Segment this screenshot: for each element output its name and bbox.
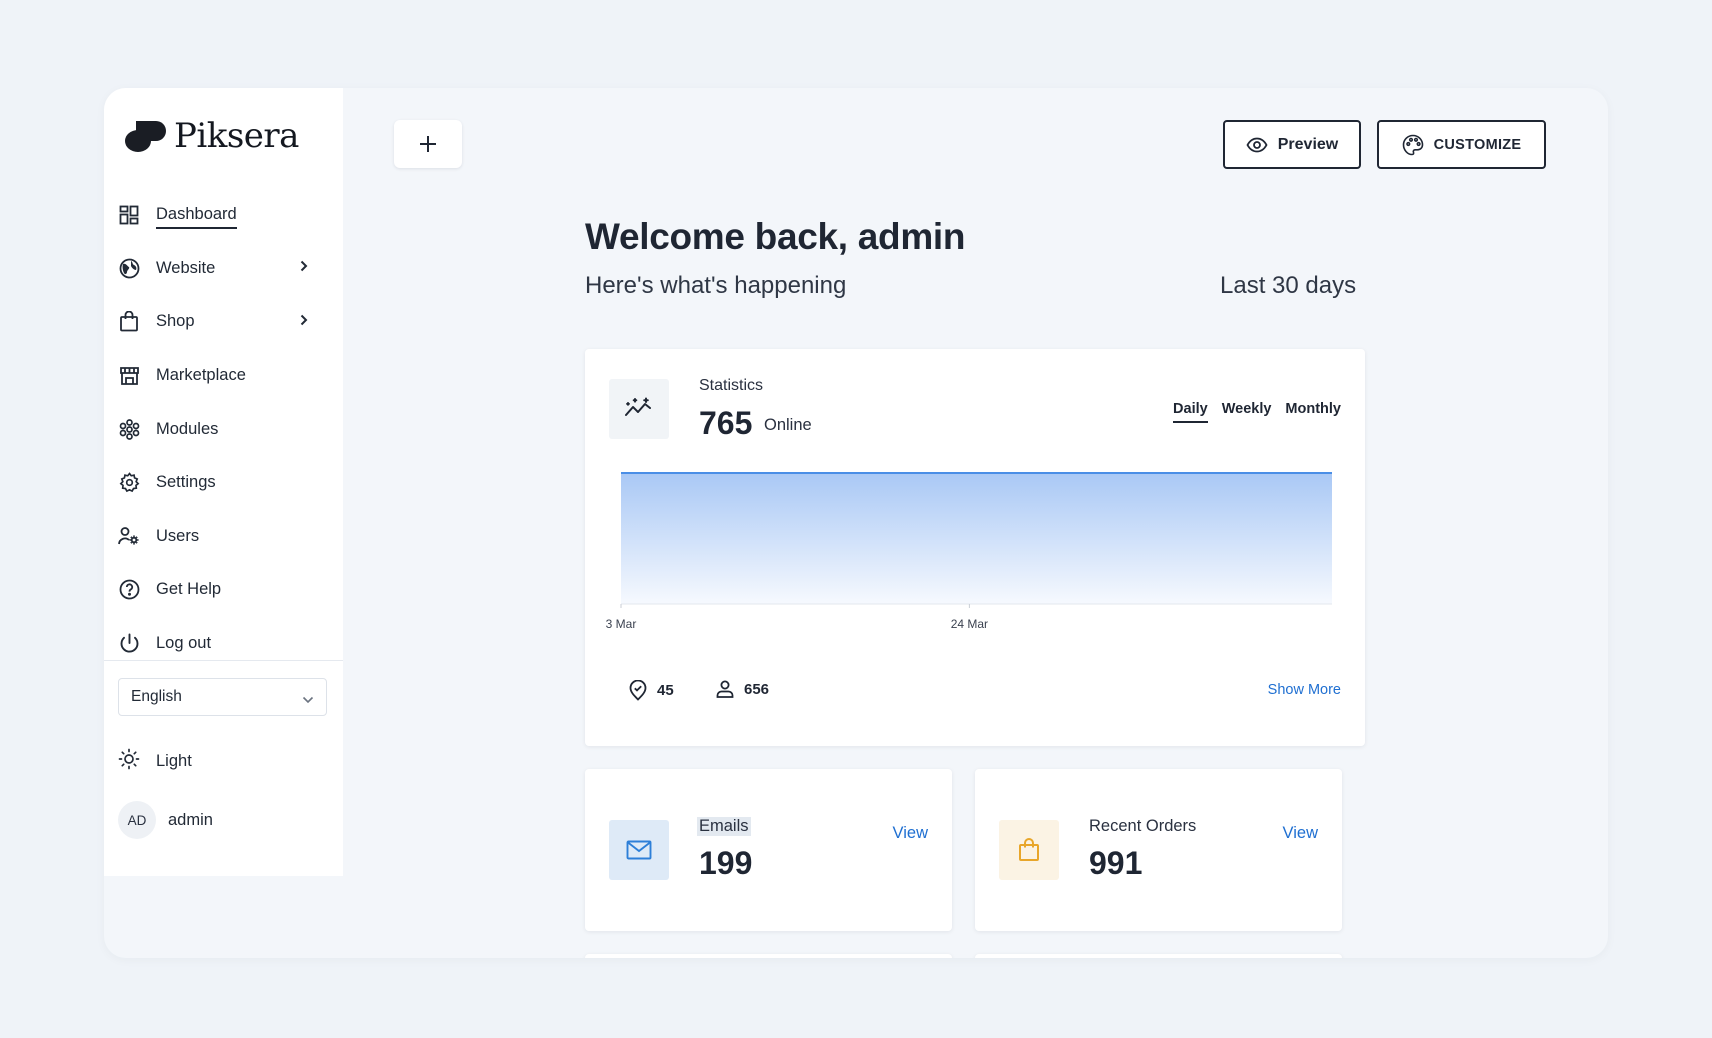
customize-label: CUSTOMIZE — [1433, 136, 1522, 153]
sidebar-item-label: Log out — [156, 634, 212, 653]
show-more-link[interactable]: Show More — [1268, 682, 1341, 698]
shopping-bag-icon — [1019, 838, 1039, 861]
theme-label: Light — [156, 752, 192, 770]
modules-icon — [118, 418, 140, 440]
sun-icon — [118, 748, 140, 775]
customize-button[interactable]: CUSTOMIZE — [1377, 120, 1546, 169]
app-frame: Piksera Dashboard Website Shop Marketpla… — [104, 88, 1608, 958]
shopping-bag-icon — [118, 311, 140, 333]
card-peek — [585, 954, 952, 958]
palette-icon — [1402, 134, 1423, 155]
chart-x-tick-label: 24 Mar — [951, 617, 988, 631]
metric-users: 656 — [716, 680, 769, 698]
emails-icon-tile — [609, 820, 669, 880]
sidebar-item-get-help[interactable]: Get Help — [118, 563, 330, 617]
recent-orders-view-link[interactable]: View — [1283, 824, 1318, 843]
brand-mark-icon — [125, 121, 166, 152]
user-icon — [716, 680, 734, 698]
chevron-right-icon — [300, 313, 308, 331]
sidebar-divider — [104, 660, 343, 661]
sidebar: Piksera Dashboard Website Shop Marketpla… — [104, 88, 343, 876]
statistics-card: Statistics 765 Online Daily Weekly Month… — [585, 349, 1365, 746]
storefront-icon — [118, 365, 140, 387]
recent-orders-value: 991 — [1089, 845, 1143, 881]
recent-orders-card: Recent Orders 991 View — [975, 769, 1342, 931]
emails-label: Emails — [697, 817, 751, 836]
avatar: AD — [118, 801, 156, 839]
sidebar-item-dashboard[interactable]: Dashboard — [118, 188, 330, 242]
user-menu[interactable]: AD admin — [118, 801, 213, 839]
language-value: English — [131, 688, 182, 705]
emails-value: 199 — [699, 845, 753, 881]
globe-icon — [118, 257, 140, 279]
sidebar-item-website[interactable]: Website — [118, 242, 330, 296]
sidebar-item-modules[interactable]: Modules — [118, 402, 330, 456]
sidebar-item-label: Website — [156, 258, 216, 277]
sidebar-item-label: Dashboard — [156, 205, 237, 229]
chevron-down-icon — [302, 691, 314, 709]
power-icon — [118, 633, 140, 655]
preview-button[interactable]: Preview — [1223, 120, 1361, 169]
sidebar-item-log-out[interactable]: Log out — [118, 617, 330, 671]
sidebar-item-label: Modules — [156, 419, 219, 438]
metric-value: 45 — [657, 682, 674, 699]
eye-icon — [1246, 137, 1268, 152]
help-circle-icon — [118, 579, 140, 601]
sidebar-item-users[interactable]: Users — [118, 510, 330, 564]
sidebar-item-label: Settings — [156, 473, 216, 492]
dashboard-icon — [118, 204, 140, 226]
statistics-area-chart: 3 Mar 24 Mar — [606, 472, 1332, 631]
sidebar-item-label: Shop — [156, 312, 195, 331]
page-subtitle: Here's what's happening — [585, 272, 847, 299]
chevron-right-icon — [300, 259, 308, 277]
date-range-label: Last 30 days — [1220, 272, 1357, 299]
chart-area — [621, 473, 1332, 604]
chart-x-tick-label: 3 Mar — [606, 617, 637, 631]
preview-label: Preview — [1277, 135, 1339, 153]
theme-toggle[interactable]: Light — [118, 748, 192, 775]
sidebar-item-settings[interactable]: Settings — [118, 456, 330, 510]
language-select[interactable]: English — [118, 678, 327, 716]
page-title: Welcome back, admin — [585, 216, 966, 257]
sidebar-item-label: Get Help — [156, 580, 222, 599]
brand-logo[interactable]: Piksera — [124, 116, 299, 156]
sidebar-item-marketplace[interactable]: Marketplace — [118, 349, 330, 403]
recent-orders-label: Recent Orders — [1089, 817, 1197, 835]
location-pin-icon — [629, 680, 647, 701]
emails-view-link[interactable]: View — [893, 824, 928, 843]
gear-icon — [118, 472, 140, 494]
sidebar-nav: Dashboard Website Shop Marketplace Modul… — [118, 188, 330, 670]
user-name: admin — [168, 810, 213, 829]
metric-value: 656 — [744, 680, 770, 698]
sidebar-item-label: Users — [156, 526, 200, 545]
brand-name: Piksera — [174, 116, 299, 156]
orders-icon-tile — [999, 820, 1059, 880]
users-cog-icon — [118, 525, 140, 547]
mail-icon — [626, 840, 652, 860]
emails-card: Emails 199 View — [585, 769, 952, 931]
plus-icon — [420, 136, 436, 152]
sidebar-item-shop[interactable]: Shop — [118, 295, 330, 349]
card-peek — [975, 954, 1342, 958]
sidebar-item-label: Marketplace — [156, 366, 246, 385]
metric-locations: 45 — [629, 680, 674, 701]
add-button[interactable] — [394, 120, 462, 168]
